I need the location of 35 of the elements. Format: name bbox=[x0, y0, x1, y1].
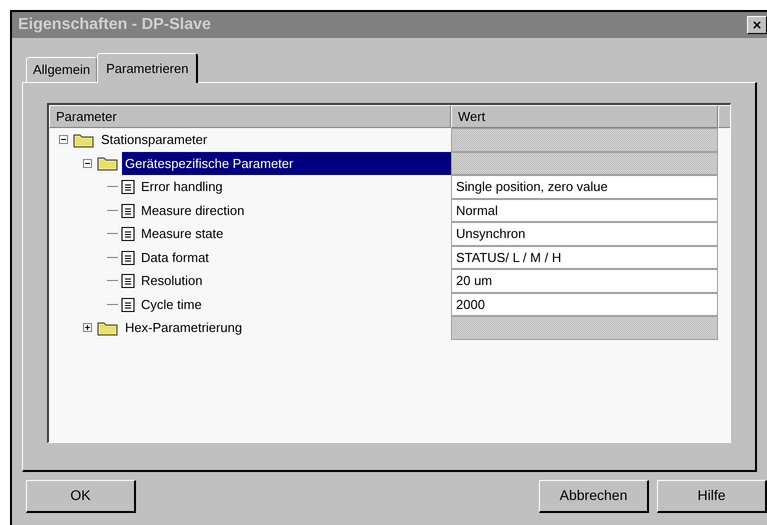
folder-icon bbox=[97, 320, 119, 336]
tree-item[interactable]: Stationsparameter bbox=[98, 130, 210, 150]
collapse-icon[interactable] bbox=[59, 135, 68, 144]
value-cell[interactable]: STATUS/ L / M / H bbox=[451, 246, 718, 269]
window-title: Eigenschaften - DP-Slave bbox=[18, 15, 211, 35]
tree-item[interactable]: Gerätespezifische Parameter bbox=[122, 152, 451, 175]
document-icon bbox=[121, 250, 135, 265]
collapse-icon[interactable] bbox=[83, 158, 92, 168]
folder-icon bbox=[73, 132, 95, 148]
document-icon bbox=[121, 273, 135, 288]
folder-icon bbox=[97, 155, 119, 172]
dialog-button[interactable]: Abbrechen bbox=[539, 480, 649, 512]
tab[interactable]: Parametrieren bbox=[97, 53, 198, 83]
value-cell[interactable]: Single position, zero value bbox=[451, 175, 718, 198]
dialog-button[interactable]: OK bbox=[26, 480, 136, 512]
document-icon bbox=[121, 296, 135, 312]
document-icon bbox=[121, 202, 135, 218]
value-cell[interactable]: Normal bbox=[451, 198, 718, 222]
expand-icon[interactable] bbox=[83, 323, 92, 332]
value-cell[interactable]: Unsynchron bbox=[451, 222, 718, 246]
tree-item[interactable]: Measure state bbox=[138, 224, 226, 244]
document-icon bbox=[121, 179, 135, 194]
document-icon bbox=[121, 226, 135, 242]
value-cell[interactable]: 20 um bbox=[451, 269, 718, 292]
tree-item[interactable]: Cycle time bbox=[138, 294, 205, 314]
tree-item[interactable]: Error handling bbox=[138, 177, 226, 196]
tree-item[interactable]: Measure direction bbox=[138, 200, 248, 220]
tree-item[interactable]: Hex-Parametrierung bbox=[122, 318, 246, 338]
tree-item[interactable]: Resolution bbox=[138, 271, 206, 290]
tree-item[interactable]: Data format bbox=[138, 248, 212, 267]
column-header[interactable]: Parameter bbox=[49, 105, 451, 128]
value-cell[interactable]: 2000 bbox=[451, 292, 718, 316]
column-header[interactable]: Wert bbox=[451, 105, 718, 128]
dialog-button[interactable]: Hilfe bbox=[657, 480, 767, 512]
close-button[interactable]: × bbox=[747, 16, 767, 34]
